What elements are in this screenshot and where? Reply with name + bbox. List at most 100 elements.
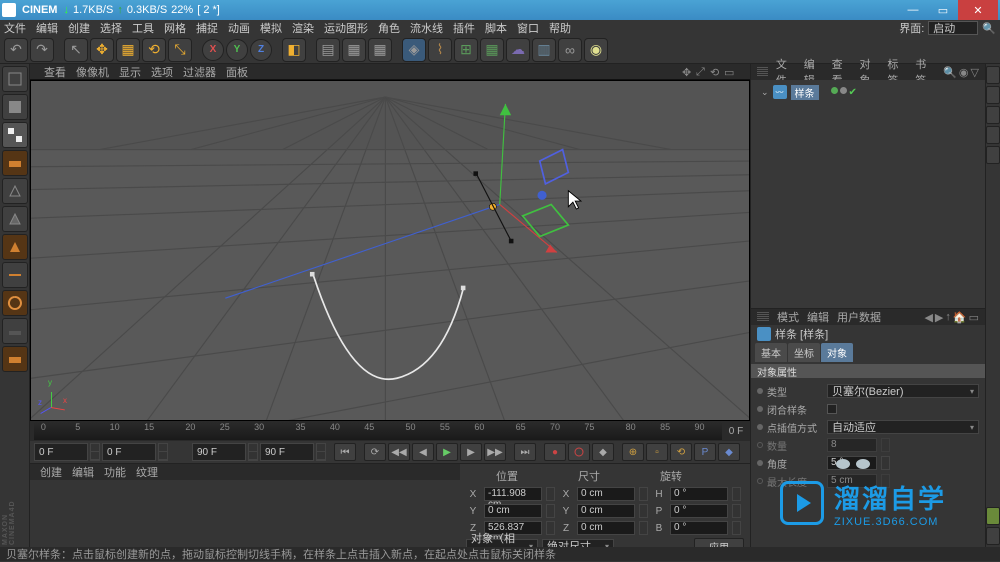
vp-menu-options[interactable]: 选项 bbox=[151, 64, 173, 80]
range-end-field[interactable]: 90 F bbox=[192, 443, 246, 461]
mat-tab-function[interactable]: 功能 bbox=[104, 464, 126, 480]
size-x-field[interactable]: 0 cm bbox=[577, 487, 635, 501]
primitive-button[interactable]: ◈ bbox=[402, 38, 426, 62]
goto-end-button[interactable]: ⏭ bbox=[514, 443, 536, 461]
select-tool[interactable]: ↖ bbox=[64, 38, 88, 62]
play-button[interactable]: ▶ bbox=[436, 443, 458, 461]
rotate-tool[interactable]: ⟲ bbox=[142, 38, 166, 62]
attr-menu-edit[interactable]: 编辑 bbox=[807, 309, 829, 325]
mat-tab-edit[interactable]: 编辑 bbox=[72, 464, 94, 480]
environment-button[interactable]: ▥ bbox=[532, 38, 556, 62]
tweak-mode-button[interactable] bbox=[2, 318, 28, 344]
generator-button[interactable]: ⊞ bbox=[454, 38, 478, 62]
vp-nav4-icon[interactable]: ▭ bbox=[724, 66, 736, 78]
nav-back-icon[interactable]: ◀ bbox=[924, 311, 932, 324]
menu-mograph[interactable]: 运动图形 bbox=[324, 20, 368, 36]
param-bullet[interactable] bbox=[757, 424, 763, 430]
vp-nav1-icon[interactable]: ✥ bbox=[682, 66, 694, 78]
viewport-perspective[interactable]: 透视视图 bbox=[30, 80, 750, 421]
scale-tool[interactable]: ▦ bbox=[116, 38, 140, 62]
panel-grip-icon[interactable] bbox=[757, 312, 769, 322]
vp-menu-filter[interactable]: 过滤器 bbox=[183, 64, 216, 80]
render-settings-button[interactable]: ▤ bbox=[316, 38, 340, 62]
object-tree[interactable]: ⌄ 〰 样条 ✔ bbox=[751, 80, 985, 308]
menu-create[interactable]: 创建 bbox=[68, 20, 90, 36]
key-rot-button[interactable]: ⟲ bbox=[670, 443, 692, 461]
make-editable-button[interactable] bbox=[2, 66, 28, 92]
menu-tools[interactable]: 工具 bbox=[132, 20, 154, 36]
rot-b-field[interactable]: 0 ° bbox=[670, 521, 728, 535]
prev-frame-button[interactable]: ◀ bbox=[412, 443, 434, 461]
expand-icon[interactable]: ⌄ bbox=[761, 87, 769, 98]
minimize-button[interactable]: — bbox=[898, 0, 928, 20]
menu-plugins[interactable]: 插件 bbox=[453, 20, 475, 36]
object-row-spline[interactable]: ⌄ 〰 样条 ✔ bbox=[761, 84, 975, 100]
vp-menu-panel[interactable]: 面板 bbox=[226, 64, 248, 80]
rot-h-field[interactable]: 0 ° bbox=[670, 487, 728, 501]
spinner[interactable] bbox=[90, 443, 100, 461]
render-pv-button[interactable]: ▦ bbox=[368, 38, 392, 62]
rt-btn-7[interactable] bbox=[986, 527, 1000, 545]
menu-select[interactable]: 选择 bbox=[100, 20, 122, 36]
point-mode-button[interactable] bbox=[2, 178, 28, 204]
nav-up-icon[interactable]: ↑ bbox=[945, 311, 951, 324]
camera-button[interactable]: ∞ bbox=[558, 38, 582, 62]
mat-tab-texture[interactable]: 纹理 bbox=[136, 464, 158, 480]
vp-menu-camera[interactable]: 像像机 bbox=[76, 64, 109, 80]
menu-animate[interactable]: 动画 bbox=[228, 20, 250, 36]
menu-help[interactable]: 帮助 bbox=[549, 20, 571, 36]
enable-axis-button[interactable] bbox=[2, 262, 28, 288]
range-start-field[interactable]: 0 F bbox=[34, 443, 88, 461]
move-tool[interactable]: ✥ bbox=[90, 38, 114, 62]
visibility-dot-editor[interactable] bbox=[831, 87, 838, 94]
param-bullet[interactable] bbox=[757, 406, 763, 412]
spinner[interactable] bbox=[316, 443, 326, 461]
keyframe-sel-button[interactable]: ◆ bbox=[592, 443, 614, 461]
deformer-button[interactable]: ☁ bbox=[506, 38, 530, 62]
next-frame-button[interactable]: ▶ bbox=[460, 443, 482, 461]
attr-menu-userdata[interactable]: 用户数据 bbox=[837, 309, 881, 325]
interp-dropdown[interactable]: 自动适应 bbox=[827, 420, 979, 434]
enable-snap-button[interactable] bbox=[2, 346, 28, 372]
prev-key-button[interactable]: ◀◀ bbox=[388, 443, 410, 461]
pos-x-field[interactable]: -111.908 cm bbox=[484, 487, 542, 501]
lock-icon[interactable]: 🏠 bbox=[953, 311, 967, 324]
param-bullet[interactable] bbox=[757, 460, 763, 466]
rt-btn-5[interactable] bbox=[986, 146, 1000, 164]
size-y-field[interactable]: 0 cm bbox=[577, 504, 635, 518]
next-key-button[interactable]: ▶▶ bbox=[484, 443, 506, 461]
search-icon[interactable]: 🔍 bbox=[943, 66, 957, 79]
rt-btn-3[interactable] bbox=[986, 106, 1000, 124]
eye-icon[interactable]: ◉ bbox=[959, 66, 969, 79]
rt-btn-6[interactable] bbox=[986, 507, 1000, 525]
menu-file[interactable]: 文件 bbox=[4, 20, 26, 36]
render-view-button[interactable]: ▦ bbox=[342, 38, 366, 62]
loop-button[interactable]: ⟳ bbox=[364, 443, 386, 461]
maximize-button[interactable]: ▭ bbox=[928, 0, 958, 20]
axis-y-toggle[interactable]: Y bbox=[226, 39, 248, 61]
vp-menu-view[interactable]: 查看 bbox=[44, 64, 66, 80]
nav-fwd-icon[interactable]: ▶ bbox=[935, 311, 943, 324]
rt-btn-4[interactable] bbox=[986, 126, 1000, 144]
key-param-button[interactable]: P bbox=[694, 443, 716, 461]
vp-menu-display[interactable]: 显示 bbox=[119, 64, 141, 80]
current-frame-field[interactable]: 0 F bbox=[102, 443, 156, 461]
search-icon[interactable]: 🔍 bbox=[982, 22, 996, 35]
polygon-mode-button[interactable] bbox=[2, 234, 28, 260]
filter-icon[interactable]: ▽ bbox=[971, 66, 979, 79]
close-button[interactable]: ✕ bbox=[958, 0, 998, 20]
param-bullet[interactable] bbox=[757, 388, 763, 394]
vp-nav2-icon[interactable]: ⤢ bbox=[696, 66, 708, 78]
autokey-button[interactable] bbox=[568, 443, 590, 461]
close-spline-checkbox[interactable] bbox=[827, 404, 837, 414]
record-button[interactable]: ● bbox=[544, 443, 566, 461]
last-tool[interactable]: ⤡ bbox=[168, 38, 192, 62]
coord-system-button[interactable]: ◧ bbox=[282, 38, 306, 62]
attr-menu-mode[interactable]: 模式 bbox=[777, 309, 799, 325]
workplane-button[interactable] bbox=[2, 150, 28, 176]
viewport-solo-button[interactable] bbox=[2, 290, 28, 316]
undo-button[interactable]: ↶ bbox=[4, 38, 28, 62]
axis-x-toggle[interactable]: X bbox=[202, 39, 224, 61]
menu-simulate[interactable]: 模拟 bbox=[260, 20, 282, 36]
pos-y-field[interactable]: 0 cm bbox=[484, 504, 542, 518]
